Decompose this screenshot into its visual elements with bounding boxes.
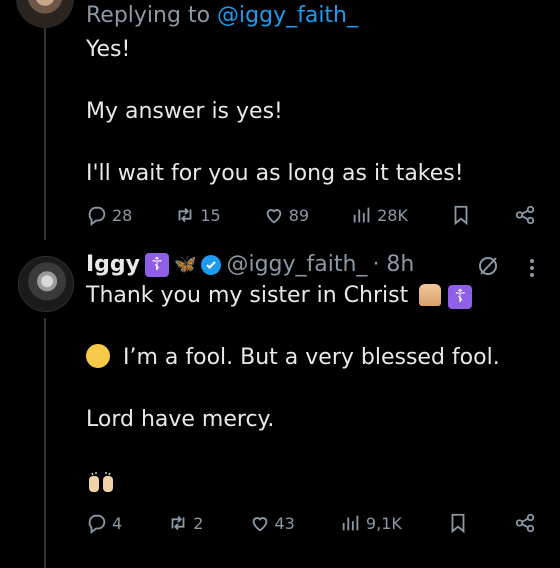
grok-icon[interactable] bbox=[476, 254, 500, 278]
post-time[interactable]: · 8h bbox=[372, 252, 414, 277]
tweet-text-line: I’m a fool. But a very blessed fool. bbox=[86, 344, 500, 372]
views-button[interactable]: 28K bbox=[351, 204, 408, 226]
views-count: 28K bbox=[377, 205, 408, 225]
thread-line bbox=[44, 318, 46, 568]
views-icon bbox=[342, 515, 359, 531]
avatar[interactable] bbox=[16, 0, 74, 28]
thread-line bbox=[44, 18, 46, 240]
repost-icon bbox=[171, 515, 185, 531]
reply-icon bbox=[88, 514, 106, 534]
display-name[interactable]: Iggy bbox=[86, 252, 140, 277]
like-count: 43 bbox=[274, 513, 295, 533]
share-icon bbox=[515, 205, 535, 225]
bookmark-icon bbox=[454, 205, 468, 226]
share-icon bbox=[515, 513, 535, 533]
repost-icon bbox=[178, 207, 192, 223]
replying-handle-link[interactable]: @iggy_faith_ bbox=[217, 3, 358, 28]
tweet-text-line: Thank you my sister in Christ ☦ bbox=[86, 282, 473, 310]
tweet-text-line: I'll wait for you as long as it takes! bbox=[86, 161, 464, 186]
tweet-text: Thank you my sister in Christ bbox=[86, 283, 409, 308]
repost-button[interactable]: 2 bbox=[167, 512, 203, 534]
heart-icon bbox=[266, 209, 282, 224]
shy-face-emoji-icon bbox=[86, 344, 110, 368]
replying-prefix: Replying to bbox=[86, 3, 211, 28]
bookmark-button[interactable] bbox=[447, 512, 469, 534]
reply-button[interactable]: 28 bbox=[86, 204, 132, 226]
tweet-actions: 4 2 43 9,1K bbox=[86, 508, 536, 538]
tweet-text-line: Yes! bbox=[86, 37, 131, 62]
bookmark-icon bbox=[451, 513, 465, 534]
share-button[interactable] bbox=[514, 204, 536, 226]
views-count: 9,1K bbox=[365, 513, 402, 533]
like-count: 89 bbox=[288, 205, 310, 225]
tweet-text-line: My answer is yes! bbox=[86, 99, 283, 124]
repost-count: 2 bbox=[193, 513, 204, 533]
user-handle[interactable]: @iggy_faith_ bbox=[226, 252, 367, 277]
praying-hands-icon bbox=[419, 284, 442, 306]
tweet-actions: 28 15 89 28K bbox=[86, 200, 536, 230]
avatar[interactable] bbox=[18, 256, 74, 312]
views-button[interactable]: 9,1K bbox=[340, 512, 402, 534]
views-icon bbox=[353, 207, 370, 223]
orthodox-cross-icon: ☦ bbox=[145, 252, 170, 277]
bookmark-button[interactable] bbox=[450, 204, 472, 226]
share-button[interactable] bbox=[514, 512, 536, 534]
tweet-text: I’m a fool. But a very blessed fool. bbox=[123, 345, 500, 370]
repost-button[interactable]: 15 bbox=[174, 204, 221, 226]
verified-badge-icon bbox=[201, 254, 222, 275]
raising-hands-icon bbox=[89, 472, 113, 492]
more-options-icon[interactable] bbox=[524, 256, 540, 280]
replying-to: Replying to @iggy_faith_ bbox=[86, 2, 358, 30]
reply-count: 4 bbox=[112, 513, 123, 533]
reply-icon bbox=[88, 206, 106, 226]
heart-icon bbox=[252, 517, 267, 532]
repost-count: 15 bbox=[200, 205, 221, 225]
tweet-text-line: Lord have mercy. bbox=[86, 407, 275, 432]
orthodox-cross-icon: ☦ bbox=[448, 285, 473, 309]
butterfly-icon: 🦋 bbox=[174, 254, 197, 275]
reply-button[interactable]: 4 bbox=[86, 512, 122, 534]
reply-count: 28 bbox=[112, 205, 133, 225]
like-button[interactable]: 89 bbox=[263, 204, 309, 226]
tweet-header: Iggy ☦ 🦋 @iggy_faith_ · 8h bbox=[86, 252, 414, 277]
like-button[interactable]: 43 bbox=[249, 512, 295, 534]
